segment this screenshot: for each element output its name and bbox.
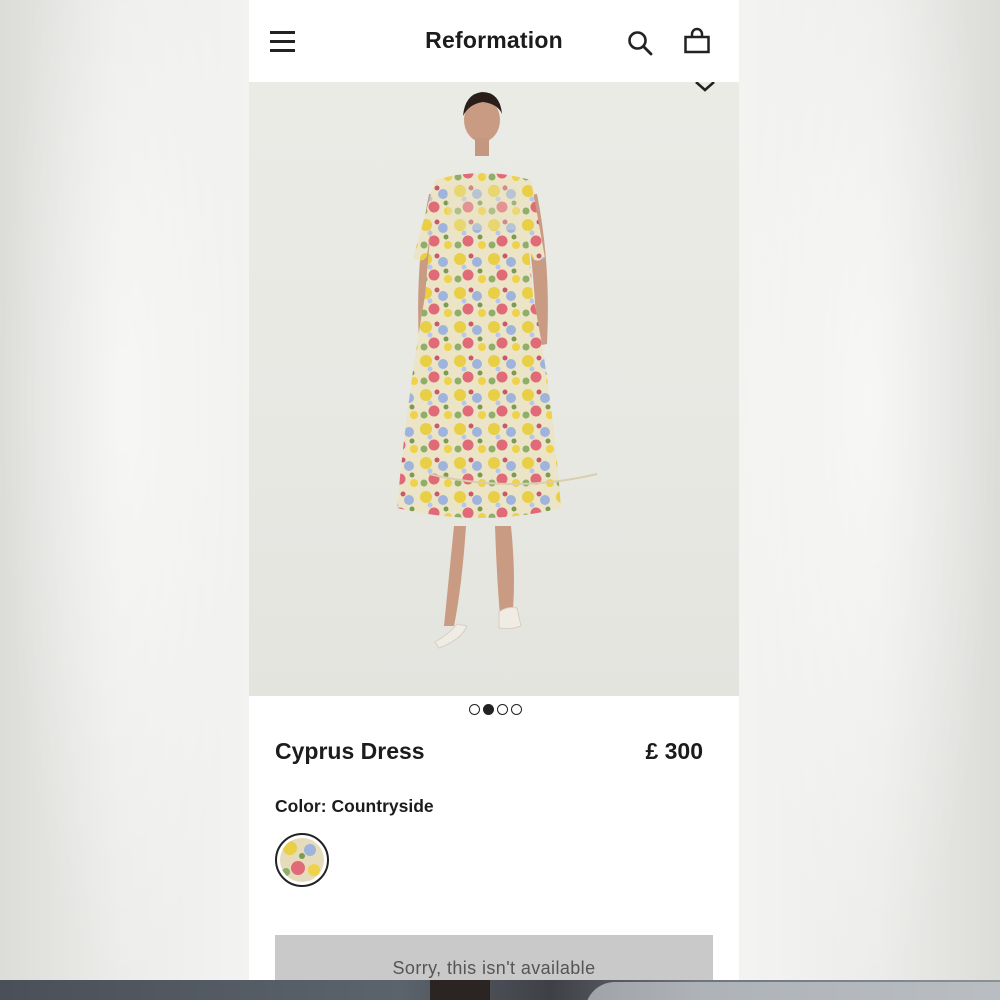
image-carousel-dots	[469, 704, 522, 718]
color-selection: Color: Countryside	[275, 796, 434, 817]
strip-curve	[585, 982, 1000, 1000]
carousel-dot[interactable]	[497, 704, 508, 715]
unavailable-button[interactable]: Sorry, this isn't available	[275, 935, 713, 980]
phone-screen: Reformation Cyprus Dress £ 300 Color: Co…	[249, 0, 739, 980]
carousel-dot-active[interactable]	[483, 704, 494, 715]
floral-swatch-image	[280, 838, 324, 882]
carousel-dot[interactable]	[469, 704, 480, 715]
carousel-dot[interactable]	[511, 704, 522, 715]
color-swatch-countryside[interactable]	[275, 833, 329, 887]
model-illustration	[397, 92, 598, 649]
strip-dark-area	[430, 980, 490, 1000]
video-bottom-strip	[0, 980, 1000, 1000]
brand-logo[interactable]: Reformation	[394, 27, 594, 54]
header: Reformation	[249, 0, 739, 82]
product-name: Cyprus Dress	[275, 738, 425, 764]
product-image[interactable]	[249, 82, 739, 696]
chevron-down-icon[interactable]	[692, 82, 718, 94]
color-label: Color:	[275, 796, 327, 816]
product-price: £ 300	[645, 738, 703, 764]
background-right	[739, 0, 1000, 1000]
menu-icon[interactable]	[269, 28, 297, 54]
background-left	[0, 0, 249, 1000]
search-icon[interactable]	[626, 29, 654, 57]
color-value: Countryside	[331, 796, 434, 816]
shopping-bag-icon[interactable]	[682, 27, 712, 57]
